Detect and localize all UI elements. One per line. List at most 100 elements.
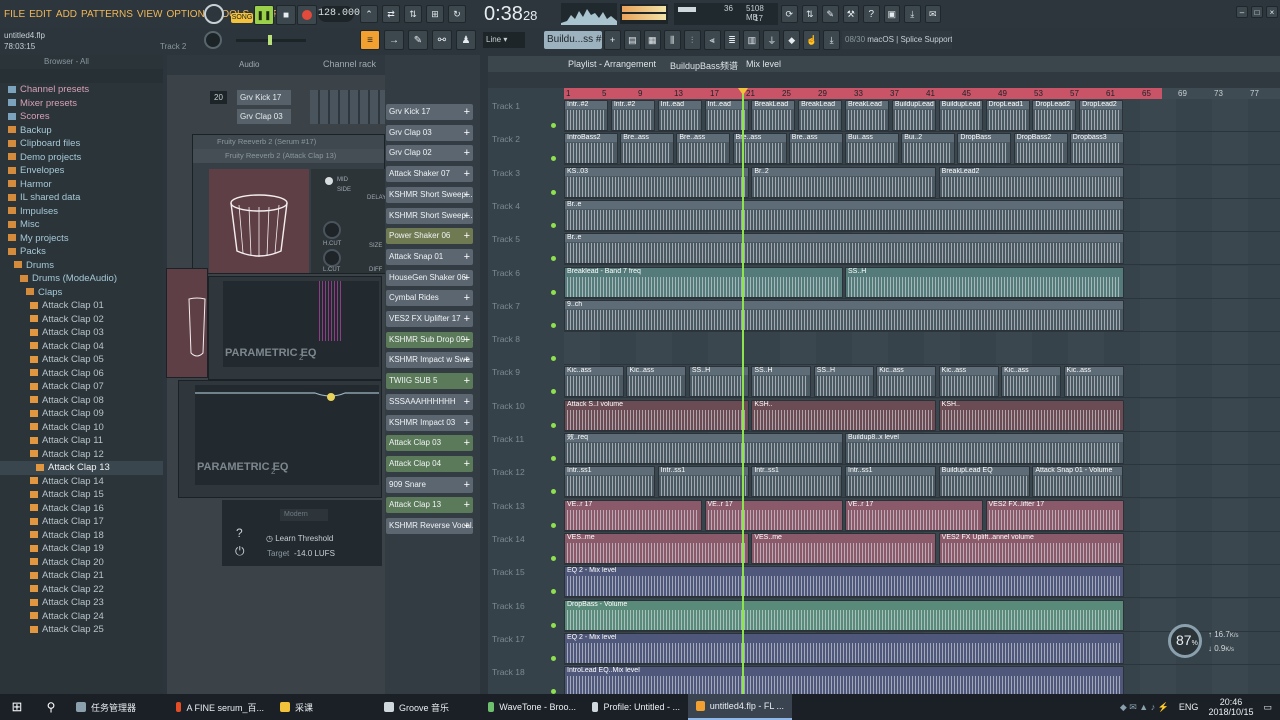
playlist-clip[interactable]: SS..H (845, 266, 1124, 298)
taskbar-app[interactable]: untitled4.flp - FL ... (688, 694, 792, 720)
playlist-channel-button[interactable]: Cymbal Rides + (386, 290, 473, 307)
channel-button-clap[interactable]: Grv Clap 03 (237, 109, 291, 124)
mode-select[interactable]: Modern (280, 509, 328, 521)
taskbar-app[interactable]: WaveTone - Broo... (480, 694, 584, 720)
browser-item[interactable]: Attack Clap 09 (0, 407, 163, 421)
loop-record-icon[interactable]: ↻ (448, 5, 466, 23)
add-icon[interactable]: + (464, 332, 470, 348)
add-icon[interactable]: + (464, 104, 470, 120)
piano-roll-icon[interactable]: ▦ (643, 30, 661, 50)
language-indicator[interactable]: ENG (1179, 702, 1199, 712)
toolbar-right[interactable]: ⟳ ⇅ ✎ ⚒ ? ▣ ⤓ ✉ (781, 5, 941, 23)
playlist-clip[interactable]: VES..me (751, 532, 937, 564)
playlist-channel-button[interactable]: Grv Kick 17 + (386, 104, 473, 120)
system-tray[interactable]: ◆ ✉ ▲ ♪ ⚡ ENG 20:46 2018/10/15 ▭ (1120, 694, 1272, 720)
playlist-clip[interactable]: DropLead2 (1079, 100, 1124, 131)
playlist-clip[interactable]: 9..ch (564, 299, 1124, 331)
help-icon[interactable]: ? (863, 5, 880, 23)
browser-item[interactable]: Attack Clap 15 (0, 488, 163, 502)
power-icon[interactable]: ⏻ (235, 544, 245, 559)
playlist-clip[interactable]: KSH.. (938, 399, 1124, 431)
track-mute-icon[interactable] (551, 622, 556, 628)
menu-item-patterns[interactable]: PATTERNS (81, 9, 133, 20)
browser-item[interactable]: Attack Clap 05 (0, 353, 163, 367)
playlist-clip[interactable]: EQ 2 - Mix level (564, 566, 1124, 598)
toolbar-row2[interactable]: ≡ → ✎ ⚯ ♟ (360, 30, 480, 50)
browser-item[interactable]: Attack Clap 06 (0, 367, 163, 381)
pencil-icon[interactable]: ✎ (408, 30, 428, 50)
clock[interactable]: 20:46 2018/10/15 (1208, 697, 1253, 717)
eq2-graph[interactable]: PARAMETRIC EQ 2 (195, 385, 379, 485)
playlist-clip[interactable]: 效..req (564, 433, 843, 464)
playlist-channel-button[interactable]: 909 Snare + (386, 476, 473, 493)
playlist-clip[interactable]: Kic..ass (564, 366, 624, 398)
browser-item[interactable]: Demo projects (0, 151, 163, 165)
browser-item[interactable]: Claps (0, 286, 163, 300)
browser-item[interactable]: Attack Clap 13 (0, 461, 163, 475)
browser-item[interactable]: Misc (0, 218, 163, 232)
playlist-clip[interactable]: BreakLead (845, 100, 889, 131)
song-time-display[interactable]: 0:3828 (484, 2, 556, 26)
channel-button-kick[interactable]: Grv Kick 17 (237, 90, 291, 105)
playlist-clip[interactable]: Int..ead (657, 100, 702, 131)
playlist-clip[interactable]: Kic..ass (876, 366, 937, 398)
stop-button[interactable]: ■ (276, 5, 296, 25)
playlist-channel-button[interactable]: KSHMR Reverse Vocal... + (386, 518, 473, 534)
browser-tools[interactable] (0, 69, 163, 83)
playlist-clip[interactable]: Br..e (564, 233, 1124, 265)
knob-lcut[interactable] (323, 249, 341, 267)
playlist-clip[interactable]: BuildupLead (938, 100, 983, 131)
taskbar-app[interactable]: 任务管理器 (68, 694, 168, 720)
playlist-clip[interactable]: BreakLead (751, 100, 796, 131)
playlist-channel-button[interactable]: Attack Clap 03 + (386, 435, 473, 452)
playlist-clip[interactable]: DropLead1 (985, 100, 1030, 131)
playlist-clip[interactable]: Kic..ass (1001, 366, 1062, 398)
playlist-clip[interactable]: Kic..ass (626, 366, 687, 398)
browser-item[interactable]: Attack Clap 12 (0, 448, 163, 462)
track-mute-icon[interactable] (551, 422, 556, 428)
song-mode-toggle[interactable] (204, 4, 224, 24)
play-button[interactable]: ❚❚ (254, 5, 274, 25)
close-icon[interactable]: × (1266, 6, 1278, 18)
browser-item[interactable]: Drums (0, 259, 163, 273)
playlist-clip[interactable]: VE..r 17 (704, 499, 843, 531)
reeverb-controls[interactable]: MID SIDE DELAY H.CUT L.CUT SIZE DIFF (311, 169, 386, 273)
track-mute-icon[interactable] (551, 189, 556, 195)
playlist-clip[interactable]: VES2 FX..lifter 17 (985, 499, 1124, 531)
playlist-clip[interactable]: VES2 FX Uplift..annel volume (938, 532, 1124, 564)
tempo-display[interactable]: 128.000 (318, 6, 360, 22)
minimize-icon[interactable]: – (1236, 6, 1248, 18)
add-icon[interactable]: + (464, 270, 470, 286)
playlist-clip[interactable]: Intr..ss1 (845, 466, 936, 498)
playlist-clip[interactable]: Kic..ass (938, 366, 999, 398)
playlist-clip[interactable]: Bre..ass (676, 133, 731, 165)
playlist-clip[interactable]: DropBass2 (1013, 133, 1068, 165)
browser-item[interactable]: Backup (0, 124, 163, 138)
playlist-clip[interactable]: Bui..2 (901, 133, 956, 165)
playlist-channel-button[interactable]: KSHMR Sub Drop 09 - ... + (386, 331, 473, 348)
playlist-tools[interactable] (488, 72, 1280, 88)
record-button[interactable] (297, 5, 317, 25)
browser-item[interactable]: Envelopes (0, 164, 163, 178)
pattern-selector[interactable]: Buildu...ss #2 (544, 31, 602, 49)
playlist-channel-button[interactable]: Grv Clap 03 + (386, 124, 473, 141)
menu-item-file[interactable]: FILE (4, 9, 25, 20)
browser-item[interactable]: Attack Clap 04 (0, 340, 163, 354)
playlist-clip[interactable]: BreakLead2 (938, 166, 1124, 198)
download-icon[interactable]: ⤓ (823, 30, 841, 50)
browser-item[interactable]: Attack Clap 25 (0, 623, 163, 637)
playlist-channel-button[interactable]: TWIIG SUB 5 + (386, 373, 473, 390)
windows-start-icon[interactable]: ⊞ (0, 694, 34, 720)
refresh-icon[interactable]: ⟳ (781, 5, 798, 23)
browser-item[interactable]: Mixer presets (0, 97, 163, 111)
track-lane[interactable] (564, 332, 1280, 366)
browser-item[interactable]: Attack Clap 03 (0, 326, 163, 340)
browser-item[interactable]: Attack Clap 08 (0, 394, 163, 408)
add-icon[interactable]: + (464, 125, 470, 141)
playlist-channel-button[interactable]: Grv Clap 02 + (386, 145, 473, 162)
playlist-channel-button[interactable]: HouseGen Shaker 06 + (386, 269, 473, 286)
reeverb-subtitle-bar[interactable]: Fruity Reeverb 2 (Attack Clap 13) (193, 149, 384, 163)
knob-hcut[interactable] (323, 221, 341, 239)
pitch-handle[interactable] (268, 35, 272, 45)
mixer-icon[interactable]: ⇅ (801, 5, 818, 23)
